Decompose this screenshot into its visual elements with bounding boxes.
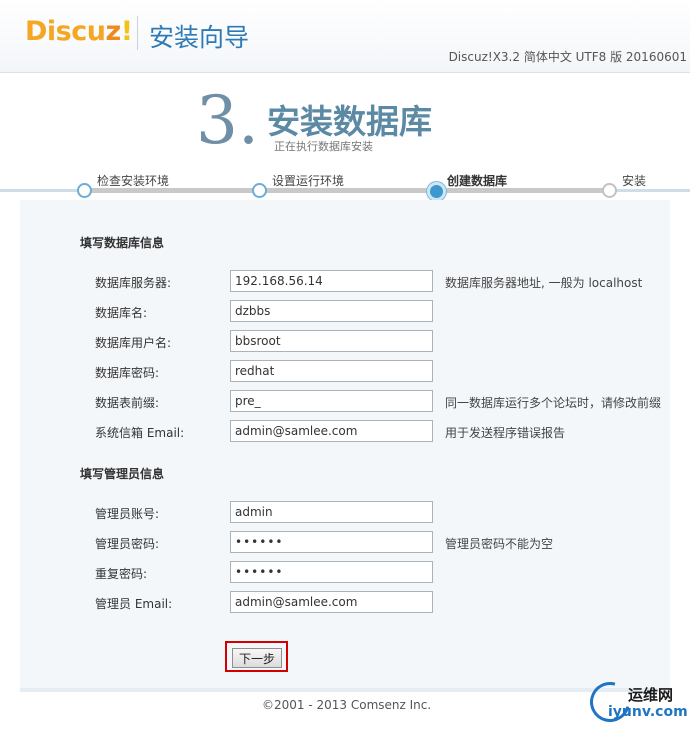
repeat-password-input[interactable] [230,561,433,583]
step-label-create-db: 创建数据库 [447,174,508,188]
admin-account-label: 管理员账号: [95,507,160,521]
progress-steps: 检查安装环境 设置运行环境 创建数据库 安装 [0,168,690,201]
next-step-button[interactable]: 下一步 [232,648,282,668]
admin-section-title: 填写管理员信息 [80,467,165,481]
table-prefix-hint: 同一数据库运行多个论坛时，请修改前缀 [445,396,662,410]
copyright-text: ©2001 - 2013 Comsenz Inc. [262,698,432,712]
watermark-cn-text: 运维网 [628,686,674,704]
system-email-hint: 用于发送程序错误报告 [445,426,566,440]
system-email-label: 系统信箱 Email: [95,426,185,440]
admin-email-label: 管理员 Email: [95,597,173,611]
header: Discuz! 安装向导 Discuz!X3.2 简体中文 UTF8 版 201… [0,0,690,73]
step-number: 3. [196,82,259,159]
step-dot-set-env [252,183,267,198]
system-email-input[interactable] [230,420,433,442]
version-info: Discuz!X3.2 简体中文 UTF8 版 20160601 [448,50,687,64]
step-dot-install [602,183,617,198]
admin-email-input[interactable] [230,591,433,613]
admin-password-label: 管理员密码: [95,537,160,551]
admin-password-hint: 管理员密码不能为空 [445,537,554,551]
db-server-label: 数据库服务器: [95,276,172,290]
step-label-install: 安装 [622,174,647,188]
db-password-input[interactable] [230,360,433,382]
table-prefix-input[interactable] [230,390,433,412]
step-subtitle: 正在执行数据库安装 [274,140,373,153]
repeat-password-label: 重复密码: [95,567,148,581]
discuz-logo: Discuz! [25,16,133,47]
watermark-en-text: iyunv.com [608,704,688,720]
step-dot-check-env [77,183,92,198]
step-label-set-env: 设置运行环境 [272,174,345,188]
db-password-label: 数据库密码: [95,366,160,380]
db-server-hint: 数据库服务器地址, 一般为 localhost [445,276,643,290]
admin-account-input[interactable] [230,501,433,523]
wizard-title: 安装向导 [149,23,250,52]
step-label-check-env: 检查安装环境 [97,174,170,188]
db-user-input[interactable] [230,330,433,352]
db-user-label: 数据库用户名: [95,336,172,350]
db-name-input[interactable] [230,300,433,322]
admin-password-input[interactable] [230,531,433,553]
logo-divider [137,16,138,50]
db-name-label: 数据库名: [95,306,148,320]
table-prefix-label: 数据表前缀: [95,396,160,410]
step-dot-create-db [427,182,446,201]
db-server-input[interactable] [230,270,433,292]
footer-divider [20,688,670,692]
db-section-title: 填写数据库信息 [80,236,165,250]
step-title: 安装数据库 [267,102,432,141]
